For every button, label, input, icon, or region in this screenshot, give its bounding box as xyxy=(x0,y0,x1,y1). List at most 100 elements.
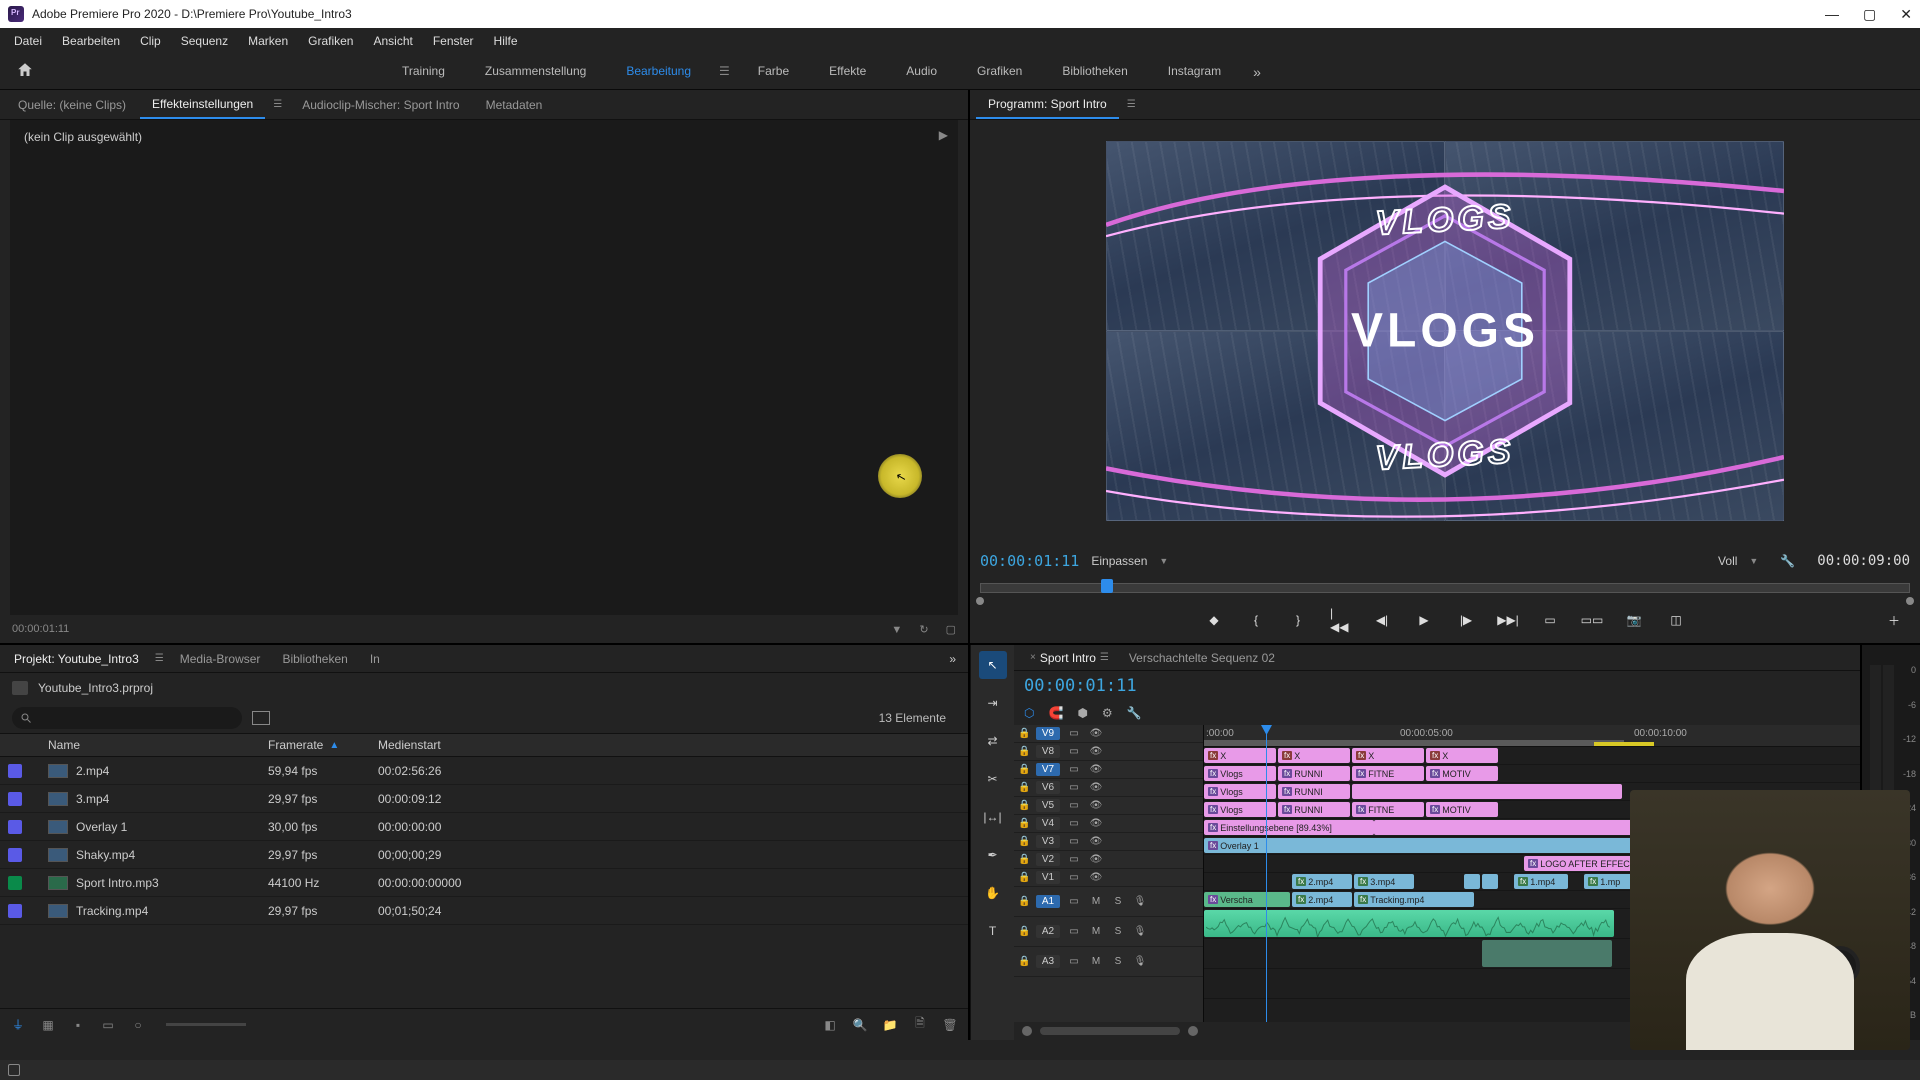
project-row[interactable]: Overlay 1 30,00 fps 00:00:00:00 xyxy=(0,813,968,841)
timeline-clip[interactable]: fxFITNE xyxy=(1352,802,1424,817)
playhead-handle[interactable] xyxy=(1101,579,1113,593)
track-select-tool[interactable]: ⇥ xyxy=(979,689,1007,717)
timeline-clip[interactable] xyxy=(1482,874,1498,889)
toggle-output-icon[interactable]: 👁 xyxy=(1088,836,1104,847)
track-name[interactable]: V1 xyxy=(1036,871,1060,884)
lock-icon[interactable]: 🔒 xyxy=(1018,956,1030,967)
menu-clip[interactable]: Clip xyxy=(130,30,171,52)
find-icon[interactable]: 🔍 xyxy=(852,1017,868,1033)
new-bin-button[interactable]: 📁 xyxy=(882,1017,898,1033)
search-input[interactable] xyxy=(12,707,242,729)
sequence-tab-main[interactable]: ×Sport Intro☰ xyxy=(1020,647,1119,669)
timeline-clip[interactable]: fx2.mp4 xyxy=(1292,874,1352,889)
audio-track-header[interactable]: 🔒A3▭MS🎙 xyxy=(1014,947,1203,977)
col-framerate[interactable]: Framerate▲ xyxy=(268,738,378,752)
dropdown-icon[interactable]: ▼ xyxy=(1159,556,1168,566)
workspace-effekte[interactable]: Effekte xyxy=(811,56,884,88)
mute-button[interactable]: M xyxy=(1088,926,1104,937)
tab-menu-icon[interactable]: ☰ xyxy=(267,99,288,110)
mark-in-button[interactable]: { xyxy=(1246,610,1266,630)
menu-sequenz[interactable]: Sequenz xyxy=(171,30,238,52)
sync-lock-icon[interactable]: ▭ xyxy=(1066,782,1082,793)
play-button[interactable]: ▶ xyxy=(1414,610,1434,630)
toggle-output-icon[interactable]: 👁 xyxy=(1088,854,1104,865)
export-icon[interactable]: ▢ xyxy=(946,624,956,636)
workspace-training[interactable]: Training xyxy=(384,56,463,88)
home-button[interactable] xyxy=(6,55,44,88)
icon-view-icon[interactable]: ▦ xyxy=(40,1017,56,1033)
pen-tool[interactable]: ✒ xyxy=(979,841,1007,869)
mark-out-button[interactable]: } xyxy=(1288,610,1308,630)
quality-dropdown[interactable]: Voll xyxy=(1718,554,1737,568)
label-chip[interactable] xyxy=(8,876,22,890)
col-medienstart[interactable]: Medienstart xyxy=(378,738,518,752)
track-name[interactable]: V2 xyxy=(1036,853,1060,866)
program-scrubber[interactable] xyxy=(980,579,1910,599)
zoom-handle-right[interactable] xyxy=(1188,1026,1198,1036)
workspace-bibliotheken[interactable]: Bibliotheken xyxy=(1044,56,1145,88)
timeline-clip[interactable]: fx2.mp4 xyxy=(1292,892,1352,907)
filter-icon[interactable]: ▼ xyxy=(891,624,902,636)
tab-bibliotheken[interactable]: Bibliotheken xyxy=(272,647,357,671)
project-row[interactable]: Tracking.mp4 29,97 fps 00;01;50;24 xyxy=(0,897,968,925)
add-marker-button[interactable]: ◆ xyxy=(1204,610,1224,630)
timeline-timecode[interactable]: 00:00:01:11 xyxy=(1024,676,1137,696)
voice-icon[interactable]: 🎙 xyxy=(1132,896,1148,907)
menu-grafiken[interactable]: Grafiken xyxy=(298,30,363,52)
sync-lock-icon[interactable]: ▭ xyxy=(1066,818,1082,829)
list-view-icon[interactable]: ⏚ xyxy=(10,1017,26,1033)
toggle-output-icon[interactable]: 👁 xyxy=(1088,764,1104,775)
track-name[interactable]: A1 xyxy=(1036,895,1060,908)
program-timecode[interactable]: 00:00:01:11 xyxy=(980,552,1079,570)
type-tool[interactable]: T xyxy=(979,917,1007,945)
ripple-tool[interactable]: ⇄ xyxy=(979,727,1007,755)
playhead[interactable] xyxy=(1266,725,1267,1022)
video-track-header[interactable]: 🔒V5▭👁 xyxy=(1014,797,1203,815)
tabs-overflow[interactable]: » xyxy=(949,652,956,666)
toggle-output-icon[interactable]: 👁 xyxy=(1088,728,1104,739)
sync-lock-icon[interactable]: ▭ xyxy=(1066,800,1082,811)
dropdown-icon[interactable]: ▼ xyxy=(1749,556,1758,566)
sequence-tab-nested[interactable]: Verschachtelte Sequenz 02 xyxy=(1119,647,1285,669)
button-editor[interactable]: ＋ xyxy=(1884,610,1904,630)
timeline-clip[interactable]: fxVerscha xyxy=(1204,892,1290,907)
project-row[interactable]: 3.mp4 29,97 fps 00:00:09:12 xyxy=(0,785,968,813)
linked-selection-icon[interactable]: 🧲 xyxy=(1048,706,1063,720)
program-monitor[interactable]: VLOGS VLOGS VLOGS xyxy=(970,120,1920,541)
hand-tool[interactable]: ✋ xyxy=(979,879,1007,907)
video-track-header[interactable]: 🔒V4▭👁 xyxy=(1014,815,1203,833)
solo-button[interactable]: S xyxy=(1110,956,1126,967)
timeline-clip[interactable]: fx1.mp4 xyxy=(1514,874,1568,889)
video-track-header[interactable]: 🔒V9▭👁 xyxy=(1014,725,1203,743)
sync-lock-icon[interactable]: ▭ xyxy=(1066,956,1082,967)
settings-icon[interactable]: ⚙ xyxy=(1102,706,1113,720)
tab-in[interactable]: In xyxy=(360,647,390,671)
track-name[interactable]: V6 xyxy=(1036,781,1060,794)
timeline-clip[interactable]: fxEinstellungsebene [89.43%] xyxy=(1204,820,1374,835)
label-chip[interactable] xyxy=(8,764,22,778)
track-name[interactable]: V3 xyxy=(1036,835,1060,848)
sync-lock-icon[interactable]: ▭ xyxy=(1066,896,1082,907)
lock-icon[interactable]: 🔒 xyxy=(1018,728,1030,739)
track-lane[interactable]: fxXfxXfxXfxX xyxy=(1204,747,1860,765)
track-name[interactable]: V5 xyxy=(1036,799,1060,812)
timeline-clip[interactable]: fxFITNE xyxy=(1352,766,1424,781)
timeline-clip[interactable] xyxy=(1374,820,1654,835)
toggle-output-icon[interactable]: 👁 xyxy=(1088,818,1104,829)
timeline-clip[interactable] xyxy=(1464,874,1480,889)
timeline-clip[interactable]: fxMOTIV xyxy=(1426,766,1498,781)
close-button[interactable]: ✕ xyxy=(1900,6,1912,23)
video-track-header[interactable]: 🔒V8▭👁 xyxy=(1014,743,1203,761)
timeline-clip[interactable]: fxOverlay 1 xyxy=(1204,838,1644,853)
maximize-button[interactable]: ▢ xyxy=(1863,6,1876,23)
zoom-scrollbar[interactable] xyxy=(1040,1027,1180,1035)
track-name[interactable]: V7 xyxy=(1036,763,1060,776)
step-forward-button[interactable]: |▶ xyxy=(1456,610,1476,630)
timeline-clip[interactable]: fxTracking.mp4 xyxy=(1354,892,1474,907)
selection-tool[interactable]: ↖ xyxy=(979,651,1007,679)
sync-lock-icon[interactable]: ▭ xyxy=(1066,872,1082,883)
freeform-icon[interactable]: ▪ xyxy=(70,1017,86,1033)
track-name[interactable]: V4 xyxy=(1036,817,1060,830)
track-name[interactable]: A2 xyxy=(1036,925,1060,938)
zoom-fit-dropdown[interactable]: Einpassen xyxy=(1091,554,1147,568)
